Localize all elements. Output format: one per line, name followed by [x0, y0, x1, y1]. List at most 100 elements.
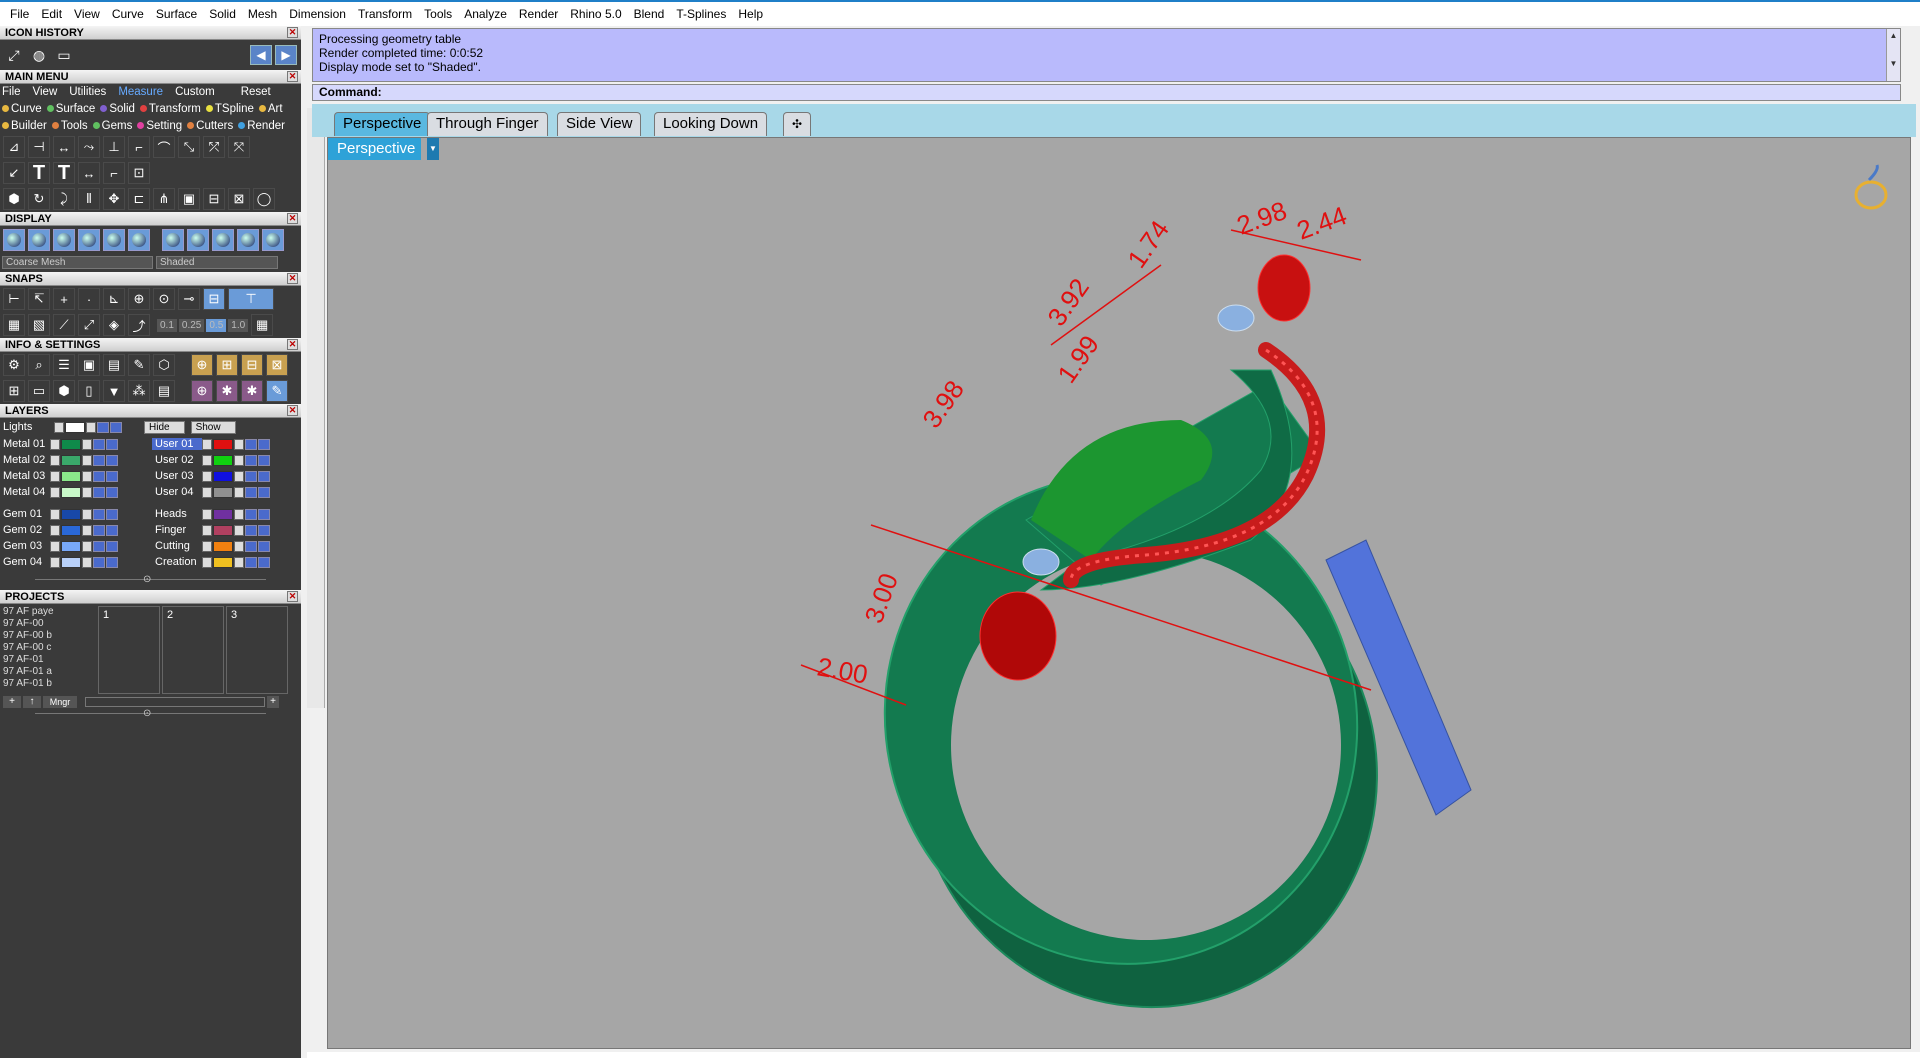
layer-toggle[interactable] — [245, 470, 257, 482]
lock-icon[interactable] — [234, 486, 244, 498]
main-menu-tab[interactable]: View — [33, 86, 58, 98]
menu-item[interactable]: Analyze — [458, 7, 513, 21]
category-button[interactable]: Cutters — [187, 120, 233, 132]
main-menu-tab[interactable]: Utilities — [69, 86, 106, 98]
curve-tool-icon[interactable]: ⤢ — [3, 44, 25, 66]
close-icon[interactable]: ✕ — [287, 71, 298, 82]
layer-name[interactable]: Cutting — [152, 540, 202, 552]
menu-item[interactable]: View — [68, 7, 106, 21]
layer-row[interactable]: Metal 03 — [0, 468, 148, 484]
material-icon[interactable] — [212, 229, 234, 251]
tool-icon[interactable]: ⁂ — [128, 380, 150, 402]
snap-near-icon[interactable]: ↸ — [28, 288, 50, 310]
tool-icon[interactable]: ▭ — [28, 380, 50, 402]
leader-icon[interactable]: ↙ — [3, 162, 25, 184]
layer-expand-icon[interactable] — [202, 508, 212, 520]
layer-toggle[interactable] — [93, 486, 105, 498]
close-icon[interactable]: ✕ — [287, 27, 298, 38]
forward-arrow-icon[interactable]: ▶ — [275, 45, 297, 65]
tool-icon[interactable]: ⊞ — [216, 354, 238, 376]
snap-value[interactable]: 0.5 — [206, 318, 227, 332]
category-button[interactable]: TSpline — [205, 103, 254, 115]
layer-color[interactable] — [61, 524, 81, 536]
snap-point-icon[interactable]: + — [53, 288, 75, 310]
material-icon[interactable] — [237, 229, 259, 251]
material-icon[interactable] — [262, 229, 284, 251]
display-mode-select[interactable]: Shaded — [156, 255, 278, 269]
layer-name[interactable]: Metal 04 — [0, 486, 50, 498]
layer-expand-icon[interactable] — [202, 486, 212, 498]
layer-name[interactable]: User 04 — [152, 486, 202, 498]
snap-icon[interactable]: ⟋ — [53, 314, 75, 336]
layer-toggle[interactable] — [106, 470, 118, 482]
layer-row[interactable]: Finger — [152, 522, 300, 538]
category-button[interactable]: Render — [238, 120, 285, 132]
layer-toggle[interactable] — [258, 524, 270, 536]
layer-toggle[interactable] — [93, 454, 105, 466]
move-icon[interactable]: ✥ — [103, 188, 125, 210]
grid-icon[interactable]: ⊞ — [3, 380, 25, 402]
close-icon[interactable]: ✕ — [287, 213, 298, 224]
dimension-tool-icon[interactable]: ⊥ — [103, 136, 125, 158]
layer-toggle[interactable] — [245, 454, 257, 466]
cube-icon[interactable]: ⬡ — [153, 354, 175, 376]
layer-toggle[interactable] — [245, 486, 257, 498]
history-scrollbar[interactable]: ▲ ▼ — [1886, 29, 1900, 81]
layer-toggle[interactable] — [245, 508, 257, 520]
project-slot[interactable]: 1 — [98, 606, 160, 694]
search-icon[interactable]: ⌕ — [28, 354, 50, 376]
lock-icon[interactable] — [234, 540, 244, 552]
lock-icon[interactable] — [82, 508, 92, 520]
project-slider[interactable] — [85, 697, 265, 707]
close-icon[interactable]: ✕ — [287, 339, 298, 350]
up-icon[interactable]: ↑ — [23, 696, 41, 708]
layer-toggle[interactable] — [245, 524, 257, 536]
tool-icon[interactable]: ✱ — [216, 380, 238, 402]
layer-toggle[interactable] — [106, 524, 118, 536]
lock-icon[interactable] — [82, 524, 92, 536]
snap-icon[interactable]: ◈ — [103, 314, 125, 336]
category-button[interactable]: Surface — [46, 103, 95, 115]
chevron-down-icon[interactable]: ⊙ — [143, 708, 151, 719]
project-slot[interactable]: 3 — [226, 606, 288, 694]
layer-color[interactable] — [213, 540, 233, 552]
layer-toggle[interactable] — [245, 540, 257, 552]
layer-expand-icon[interactable] — [50, 454, 60, 466]
layer-toggle[interactable] — [258, 508, 270, 520]
layer-expand-icon[interactable] — [202, 540, 212, 552]
layer-expand-icon[interactable] — [50, 486, 60, 498]
lock-icon[interactable] — [86, 421, 96, 433]
project-item[interactable]: 97 AF-01 — [3, 654, 83, 666]
category-button[interactable]: Tools — [51, 120, 88, 132]
manager-button[interactable]: Mngr — [43, 696, 77, 708]
snap-cen-icon[interactable]: ⊾ — [103, 288, 125, 310]
layer-row[interactable]: Metal 02 — [0, 452, 148, 468]
main-menu-tab[interactable]: Reset — [241, 86, 271, 98]
lock-icon[interactable] — [234, 556, 244, 568]
layer-toggle[interactable] — [97, 421, 109, 433]
snap-icon[interactable]: ⤴ — [128, 314, 150, 336]
sphere-icon[interactable] — [53, 229, 75, 251]
dimension-tool-icon[interactable]: ↔ — [78, 162, 100, 184]
layer-color[interactable] — [213, 508, 233, 520]
lock-icon[interactable] — [82, 486, 92, 498]
menu-item[interactable]: Blend — [628, 7, 671, 21]
menu-item[interactable]: Tools — [418, 7, 458, 21]
tool-icon[interactable]: ▤ — [153, 380, 175, 402]
tool-icon[interactable]: ⊟ — [241, 354, 263, 376]
layer-name[interactable]: User 02 — [152, 454, 202, 466]
layer-color[interactable] — [61, 486, 81, 498]
tab-perspective[interactable]: Perspective — [334, 112, 431, 136]
close-icon[interactable]: ✕ — [287, 591, 298, 602]
layer-toggle[interactable] — [106, 508, 118, 520]
grid-icon[interactable]: ▦ — [251, 314, 274, 336]
close-icon[interactable]: ✕ — [287, 405, 298, 416]
layer-color[interactable] — [61, 470, 81, 482]
layer-toggle[interactable] — [258, 486, 270, 498]
tab-side-view[interactable]: Side View — [557, 112, 642, 136]
main-menu-tab[interactable]: Measure — [118, 86, 163, 98]
layer-expand-icon[interactable] — [202, 454, 212, 466]
lock-icon[interactable] — [82, 556, 92, 568]
display-icon[interactable] — [28, 229, 50, 251]
lock-icon[interactable] — [82, 470, 92, 482]
